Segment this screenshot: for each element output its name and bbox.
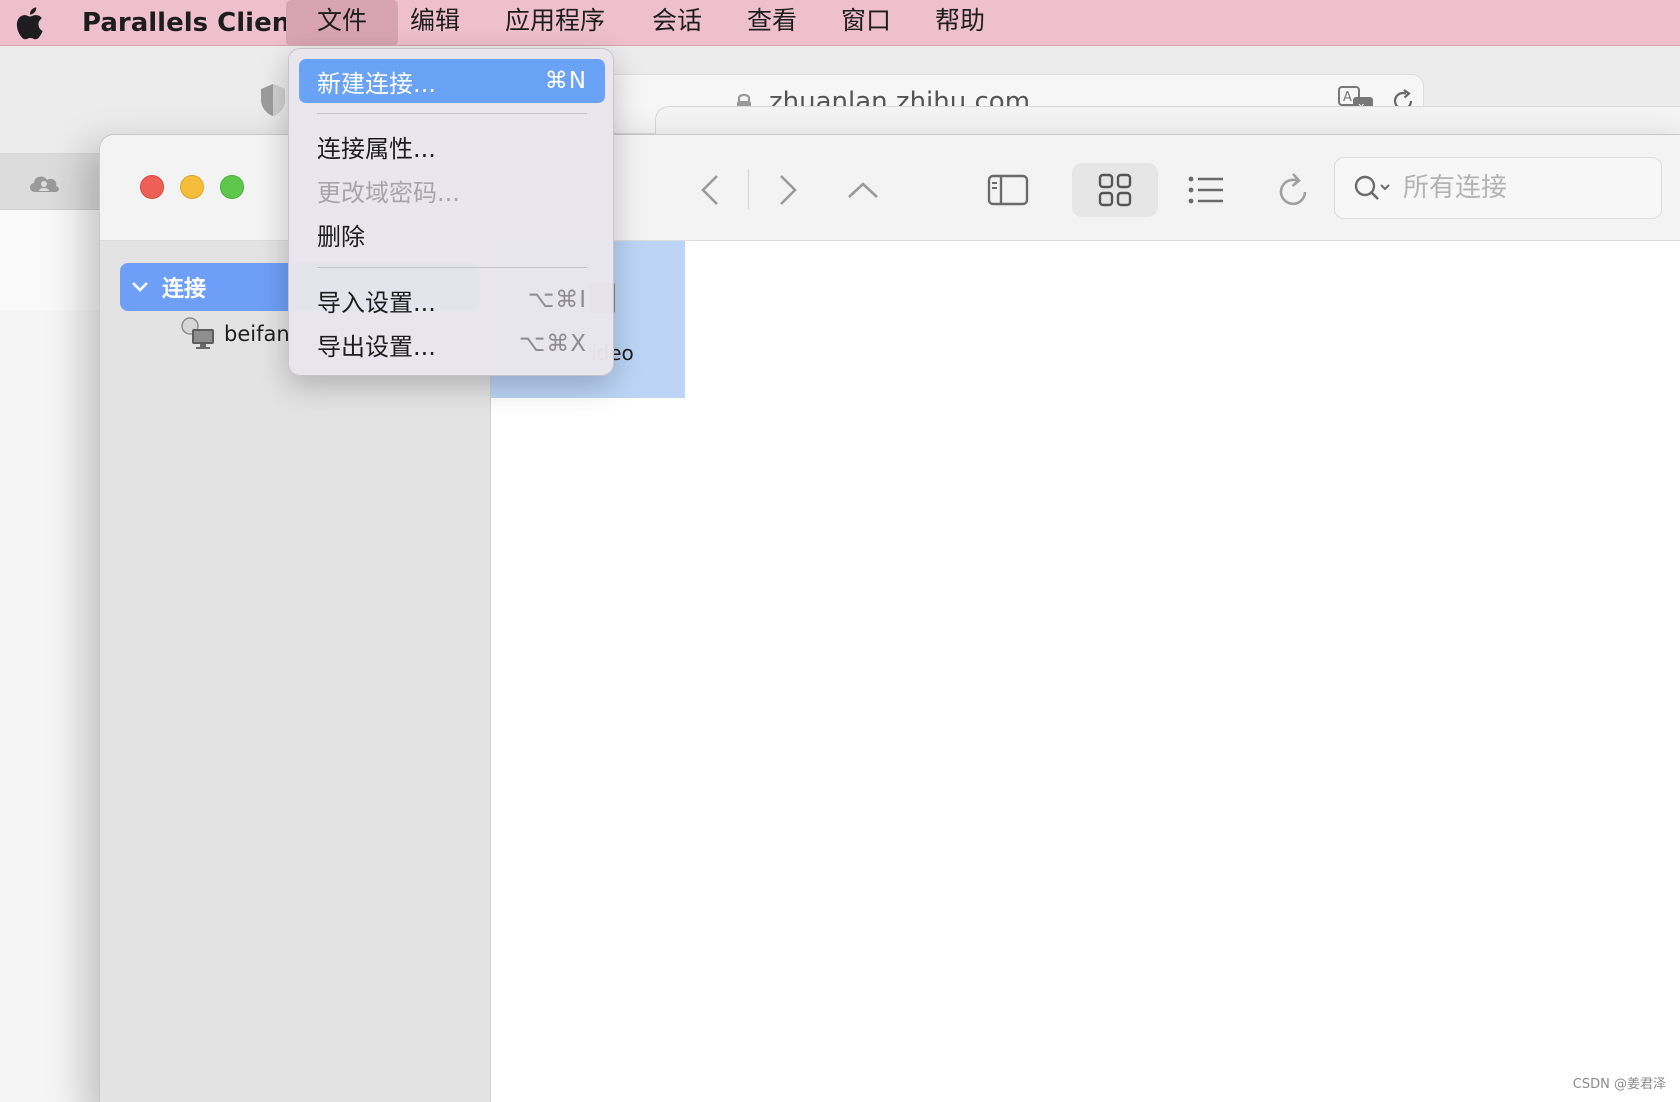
cloud-icon xyxy=(29,176,59,192)
menu-file[interactable]: 文件 xyxy=(286,0,398,46)
file-menu-dropdown: 新建连接... ⌘N 连接属性... 更改域密码... 删除 导入设置... ⌥… xyxy=(288,48,614,376)
menu-item-label: 新建连接... xyxy=(317,69,436,98)
menu-item-label: 连接属性... xyxy=(317,134,436,163)
chevron-right-icon xyxy=(780,175,797,205)
sidebar-item-label: beifan xyxy=(224,322,290,346)
menu-item-change-domain-password: 更改域密码... xyxy=(299,168,605,212)
shield-icon[interactable] xyxy=(258,82,288,118)
chevron-down-icon[interactable] xyxy=(130,277,150,297)
menu-item-delete[interactable]: 删除 xyxy=(299,212,605,256)
menu-item-import-settings[interactable]: 导入设置... ⌥⌘I xyxy=(299,278,605,322)
menu-window[interactable]: 窗口 xyxy=(825,0,907,46)
svg-text:A: A xyxy=(1343,90,1352,105)
menu-item-shortcut: ⌘N xyxy=(544,68,587,94)
menu-item-label: 导入设置... xyxy=(317,288,436,317)
toggle-sidebar-button[interactable] xyxy=(980,163,1036,217)
connections-grid: ideo xyxy=(491,241,1680,1102)
search-input[interactable] xyxy=(1403,168,1653,208)
list-icon xyxy=(1188,176,1223,204)
apple-icon[interactable] xyxy=(14,5,44,41)
menu-separator xyxy=(317,267,587,268)
menu-item-new-connection[interactable]: 新建连接... ⌘N xyxy=(299,59,605,103)
browser-page-area xyxy=(0,210,110,310)
chevron-up-icon xyxy=(848,182,878,198)
remote-desktop-icon xyxy=(181,317,214,349)
app-name-menu[interactable]: Parallels Client xyxy=(82,6,303,40)
grid-view-button[interactable] xyxy=(1072,163,1158,217)
menu-view[interactable]: 查看 xyxy=(731,0,813,46)
menu-item-export-settings[interactable]: 导出设置... ⌥⌘X xyxy=(299,322,605,366)
browser-page-area-lower xyxy=(0,310,110,1102)
menu-item-connection-properties[interactable]: 连接属性... xyxy=(299,124,605,168)
menu-session[interactable]: 会话 xyxy=(636,0,718,46)
close-window-button[interactable] xyxy=(140,175,164,199)
menu-item-shortcut: ⌥⌘I xyxy=(527,287,587,313)
watermark: CSDN @姜君泽 xyxy=(1572,1077,1666,1092)
menu-help[interactable]: 帮助 xyxy=(919,0,1001,46)
menu-item-label: 删除 xyxy=(317,222,365,251)
search-field[interactable] xyxy=(1334,157,1662,219)
search-icon xyxy=(1354,175,1390,200)
sidebar-group-label: 连接 xyxy=(162,277,207,302)
refresh-icon xyxy=(1279,173,1307,206)
browser-tab[interactable] xyxy=(0,154,110,210)
toolbar-divider xyxy=(748,169,749,209)
chevron-left-icon xyxy=(701,175,718,205)
menu-item-label: 导出设置... xyxy=(317,332,436,361)
grid-icon xyxy=(1098,173,1132,207)
sidebar-item-connection[interactable]: beifan xyxy=(180,311,290,357)
sidebar-icon xyxy=(987,174,1029,206)
list-view-button[interactable] xyxy=(1180,163,1232,217)
desktop: zhuanlan.zhihu.com A x xyxy=(0,0,1680,1102)
menu-applications[interactable]: 应用程序 xyxy=(489,0,621,46)
refresh-button[interactable] xyxy=(1268,163,1318,217)
up-button[interactable] xyxy=(840,163,886,217)
menu-edit[interactable]: 编辑 xyxy=(394,0,476,46)
menu-bar: Parallels Client 文件 编辑 应用程序 会话 查看 窗口 帮助 xyxy=(0,0,1680,46)
minimize-window-button[interactable] xyxy=(180,175,204,199)
forward-button[interactable] xyxy=(768,163,808,217)
menu-separator xyxy=(317,113,587,114)
back-button[interactable] xyxy=(690,163,730,217)
menu-item-label: 更改域密码... xyxy=(317,178,460,207)
zoom-window-button[interactable] xyxy=(220,175,244,199)
menu-item-shortcut: ⌥⌘X xyxy=(518,331,587,357)
